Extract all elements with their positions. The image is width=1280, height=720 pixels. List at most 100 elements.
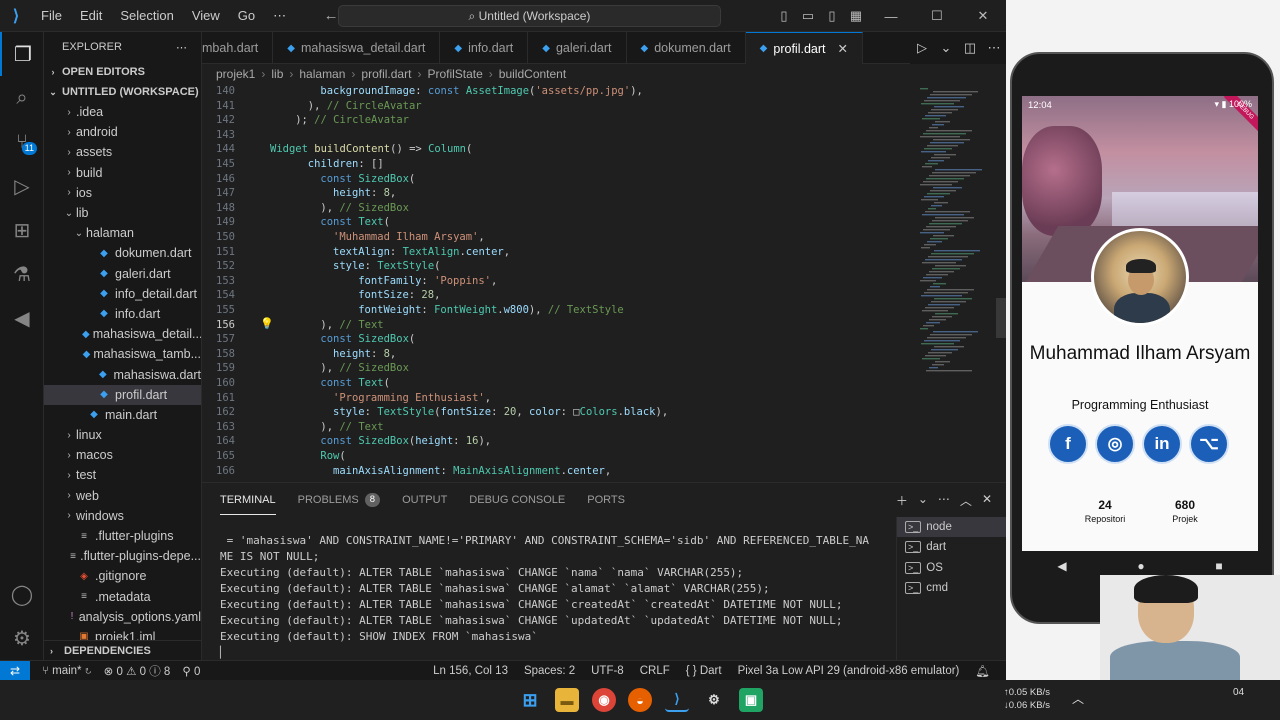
menu-item[interactable]: ⋯ [264, 8, 295, 24]
github-desktop-icon[interactable]: ⚙ [702, 688, 726, 712]
tree-folder[interactable]: › .idea [44, 102, 201, 122]
maximize-panel-icon[interactable]: ︿ [960, 492, 972, 509]
file-explorer-icon[interactable]: ▬ [555, 688, 579, 712]
toggle-secondary-sidebar-icon[interactable]: ▯ [820, 8, 844, 24]
command-center-search[interactable]: ⌕ Untitled (Workspace) [338, 5, 721, 27]
editor-tab[interactable]: ◆ mahasiswa_detail.dart [273, 32, 441, 64]
tree-file[interactable]: ≡ .flutter-plugins [44, 526, 201, 546]
settings-gear-icon[interactable]: ⚙ [0, 616, 44, 660]
maximize-button[interactable]: ☐ [914, 8, 960, 24]
tree-file[interactable]: ◆ mahasiswa.dart [44, 364, 201, 384]
tree-folder[interactable]: › assets [44, 142, 201, 162]
code-editor[interactable]: 140 backgroundImage: const AssetImage('as… [202, 84, 1006, 482]
github-icon[interactable]: ⌥ [1189, 424, 1229, 464]
language-mode[interactable]: { } Dart [686, 665, 722, 677]
cursor-position[interactable]: Ln 156, Col 13 [433, 665, 508, 677]
panel-tab[interactable]: TERMINAL [220, 494, 276, 515]
tree-file[interactable]: ◆ info_detail.dart [44, 284, 201, 304]
toggle-sidebar-icon[interactable]: ▯ [772, 8, 796, 24]
tree-file[interactable]: ◆ main.dart [44, 405, 201, 425]
breadcrumb-item[interactable]: projek1 [216, 67, 255, 81]
menu-item[interactable]: File [32, 8, 71, 24]
more-actions-icon[interactable]: ⋯ [938, 492, 950, 509]
editor-tab[interactable]: ◆ info.dart [440, 32, 529, 64]
tree-folder[interactable]: › web [44, 486, 201, 506]
minimize-button[interactable]: — [868, 9, 914, 24]
chevron-up-icon[interactable]: ︿ [1072, 690, 1084, 707]
terminal-instance[interactable]: >_ node [897, 517, 1006, 538]
chrome-icon[interactable]: ◉ [592, 688, 616, 712]
tree-folder[interactable]: ⌄ lib [44, 203, 201, 223]
open-editors-section[interactable]: › OPEN EDITORS [44, 62, 201, 82]
minimap[interactable] [916, 84, 996, 482]
lightbulb-icon[interactable]: 💡 [260, 317, 274, 330]
tree-file[interactable]: ◆ info.dart [44, 304, 201, 324]
terminal-instance[interactable]: >_ dart [897, 537, 1006, 557]
search-icon[interactable]: ⌕ [0, 76, 44, 120]
tree-folder[interactable]: › windows [44, 506, 201, 526]
close-window-button[interactable]: ✕ [960, 8, 1006, 24]
editor-tab[interactable]: ◆ dokumen.dart [627, 32, 746, 64]
tree-file[interactable]: ◆ galeri.dart [44, 264, 201, 284]
dependencies-section[interactable]: › DEPENDENCIES [44, 640, 201, 660]
tree-file[interactable]: ≡ .flutter-plugins-depe... [44, 546, 201, 566]
tree-file[interactable]: ◆ profil.dart [44, 384, 201, 405]
ports-status[interactable]: ⚲ 0 [182, 664, 200, 678]
line-ending[interactable]: CRLF [640, 665, 670, 677]
close-panel-icon[interactable]: ✕ [982, 492, 992, 509]
breadcrumb-item[interactable]: halaman [299, 67, 345, 81]
tree-folder[interactable]: › ios [44, 183, 201, 203]
run-icon[interactable]: ▷ [910, 40, 934, 56]
more-actions-icon[interactable]: ⋯ [982, 40, 1006, 56]
vscode-taskbar-icon[interactable]: ⟩ [665, 688, 689, 712]
account-icon[interactable]: ◯ [0, 572, 44, 616]
breadcrumb-item[interactable]: buildContent [499, 67, 566, 81]
tree-file[interactable]: ◆ mahasiswa_detail... [44, 324, 201, 344]
editor-tab[interactable]: ◆ profil.dart ✕ [745, 32, 863, 64]
panel-tab[interactable]: PROBLEMS 8 [298, 493, 381, 507]
phone-screen[interactable]: 12:04 ▾ ▮ 100% DEBUG Muhammad Ilham Arsy… [1022, 96, 1258, 551]
close-tab-icon[interactable]: ✕ [837, 41, 847, 56]
explorer-icon[interactable]: ❐ [0, 32, 44, 76]
notifications-bell-icon[interactable]: 🔔︎ [975, 664, 990, 678]
tree-folder[interactable]: › linux [44, 425, 201, 445]
new-terminal-icon[interactable]: ＋ [896, 492, 908, 509]
linkedin-icon[interactable]: in [1142, 424, 1182, 464]
facebook-icon[interactable]: f [1048, 424, 1088, 464]
editor-scrollbar[interactable] [996, 298, 1006, 338]
toggle-panel-icon[interactable]: ▭ [796, 8, 820, 24]
terminal-instance[interactable]: >_ OS [897, 558, 1006, 578]
run-debug-icon[interactable]: ▷ [0, 164, 44, 208]
menu-item[interactable]: Selection [111, 8, 182, 24]
tree-file[interactable]: ! analysis_options.yaml [44, 607, 201, 627]
app-green-icon[interactable]: ▣ [739, 688, 763, 712]
back-nav-icon[interactable]: ◀ [1057, 559, 1066, 573]
breadcrumb-item[interactable]: profil.dart [361, 67, 411, 81]
instagram-icon[interactable]: ◎ [1095, 424, 1135, 464]
testing-icon[interactable]: ⚗ [0, 252, 44, 296]
remote-icon[interactable]: ⇄ [0, 660, 30, 681]
tree-folder[interactable]: › macos [44, 445, 201, 465]
extensions-icon[interactable]: ⊞ [0, 208, 44, 252]
encoding[interactable]: UTF-8 [591, 665, 624, 677]
panel-tab[interactable]: PORTS [587, 494, 625, 506]
terminal-instance[interactable]: >_ cmd [897, 578, 1006, 598]
more-actions-icon[interactable]: ⋯ [176, 41, 187, 54]
home-nav-icon[interactable]: ● [1137, 559, 1144, 573]
branch-status[interactable]: ⑂ main* ↻ [42, 665, 92, 677]
windows-start-icon[interactable]: ⊞ [518, 688, 542, 712]
indentation[interactable]: Spaces: 2 [524, 665, 575, 677]
editor-tab[interactable]: mbah.dart [202, 32, 274, 64]
breadcrumb-item[interactable]: lib [271, 67, 283, 81]
tree-folder[interactable]: › android [44, 122, 201, 142]
editor-tab[interactable]: ◆ galeri.dart [528, 32, 627, 64]
firefox-icon[interactable]: ◒ [628, 688, 652, 712]
tree-folder[interactable]: ⌄ halaman [44, 223, 201, 243]
tree-file[interactable]: ◈ .gitignore [44, 566, 201, 586]
chevron-down-icon[interactable]: ⌄ [934, 40, 958, 56]
split-editor-icon[interactable]: ◫ [958, 40, 982, 56]
menu-item[interactable]: Go [229, 8, 264, 24]
tree-file[interactable]: ◆ mahasiswa_tamb... [44, 344, 201, 364]
panel-tab[interactable]: DEBUG CONSOLE [469, 494, 565, 506]
terminal-output[interactable]: = 'mahasiswa' AND CONSTRAINT_NAME!='PRIM… [220, 533, 890, 661]
